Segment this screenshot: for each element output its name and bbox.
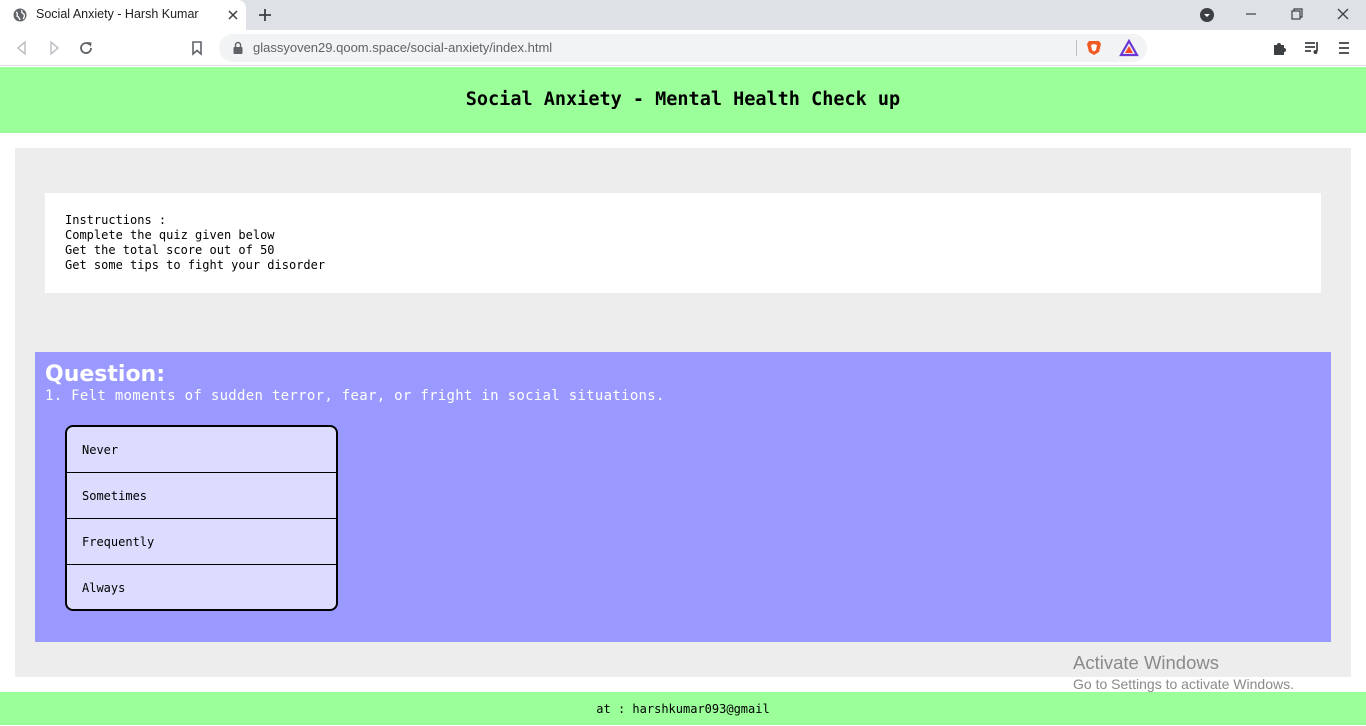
url-text[interactable]: glassyoven29.qoom.space/social-anxiety/i… — [253, 40, 552, 55]
answer-option-always[interactable]: Always — [67, 565, 336, 609]
reload-icon[interactable] — [77, 39, 95, 57]
media-queue-icon[interactable] — [1303, 39, 1321, 57]
tab-search-icon[interactable] — [1199, 7, 1215, 23]
instruction-item: Complete the quiz given below — [65, 228, 275, 242]
browser-toolbar: glassyoven29.qoom.space/social-anxiety/i… — [0, 30, 1366, 66]
page-footer: at : harshkumar093@gmail — [0, 692, 1366, 725]
extensions-icon[interactable] — [1271, 39, 1289, 57]
instructions-heading: Instructions : — [65, 213, 167, 227]
back-icon[interactable] — [13, 39, 31, 57]
tab-title: Social Anxiety - Harsh Kumar — [36, 7, 199, 21]
forward-icon[interactable] — [45, 39, 63, 57]
window-close-icon[interactable] — [1335, 6, 1351, 22]
restore-icon[interactable] — [1289, 6, 1305, 22]
footer-contact: at : harshkumar093@gmail — [596, 702, 770, 716]
instruction-item: Get the total score out of 50 — [65, 243, 275, 257]
watermark-subtitle: Go to Settings to activate Windows. — [1073, 676, 1294, 692]
new-tab-icon[interactable] — [256, 6, 274, 24]
question-panel: Question: 1. Felt moments of sudden terr… — [35, 352, 1331, 642]
watermark-title: Activate Windows — [1073, 652, 1219, 673]
address-bar[interactable]: glassyoven29.qoom.space/social-anxiety/i… — [219, 34, 1147, 62]
question-text: 1. Felt moments of sudden terror, fear, … — [45, 388, 665, 404]
globe-icon — [13, 8, 27, 22]
answer-option-never[interactable]: Never — [67, 427, 336, 473]
option-label: Frequently — [82, 535, 155, 549]
browser-tab-bar: Social Anxiety - Harsh Kumar — [0, 0, 1366, 30]
option-label: Never — [82, 443, 119, 457]
close-tab-icon[interactable] — [225, 7, 241, 23]
web-page: Social Anxiety - Mental Health Check up … — [0, 67, 1366, 726]
minimize-icon[interactable] — [1243, 6, 1259, 22]
lock-icon[interactable] — [232, 41, 244, 55]
brave-shields-icon[interactable] — [1085, 39, 1103, 57]
instruction-item: Get some tips to fight your disorder — [65, 258, 326, 272]
option-label: Always — [82, 581, 126, 595]
page-header: Social Anxiety - Mental Health Check up — [0, 67, 1366, 133]
page-title: Social Anxiety - Mental Health Check up — [465, 89, 901, 110]
answer-options: Never Sometimes Frequently Always — [65, 425, 338, 611]
option-label: Sometimes — [82, 489, 148, 503]
question-heading: Question: — [45, 362, 166, 387]
answer-option-sometimes[interactable]: Sometimes — [67, 473, 336, 519]
instructions-panel: Instructions : Complete the quiz given b… — [45, 193, 1321, 293]
main-container: Instructions : Complete the quiz given b… — [15, 148, 1351, 677]
browser-tab[interactable]: Social Anxiety - Harsh Kumar — [0, 0, 246, 30]
brave-rewards-icon[interactable] — [1119, 39, 1139, 57]
answer-option-frequently[interactable]: Frequently — [67, 519, 336, 565]
bookmark-icon[interactable] — [188, 39, 206, 57]
divider — [1076, 40, 1077, 56]
activate-windows-watermark: Activate Windows Go to Settings to activ… — [1073, 652, 1294, 694]
menu-icon[interactable] — [1335, 39, 1353, 57]
